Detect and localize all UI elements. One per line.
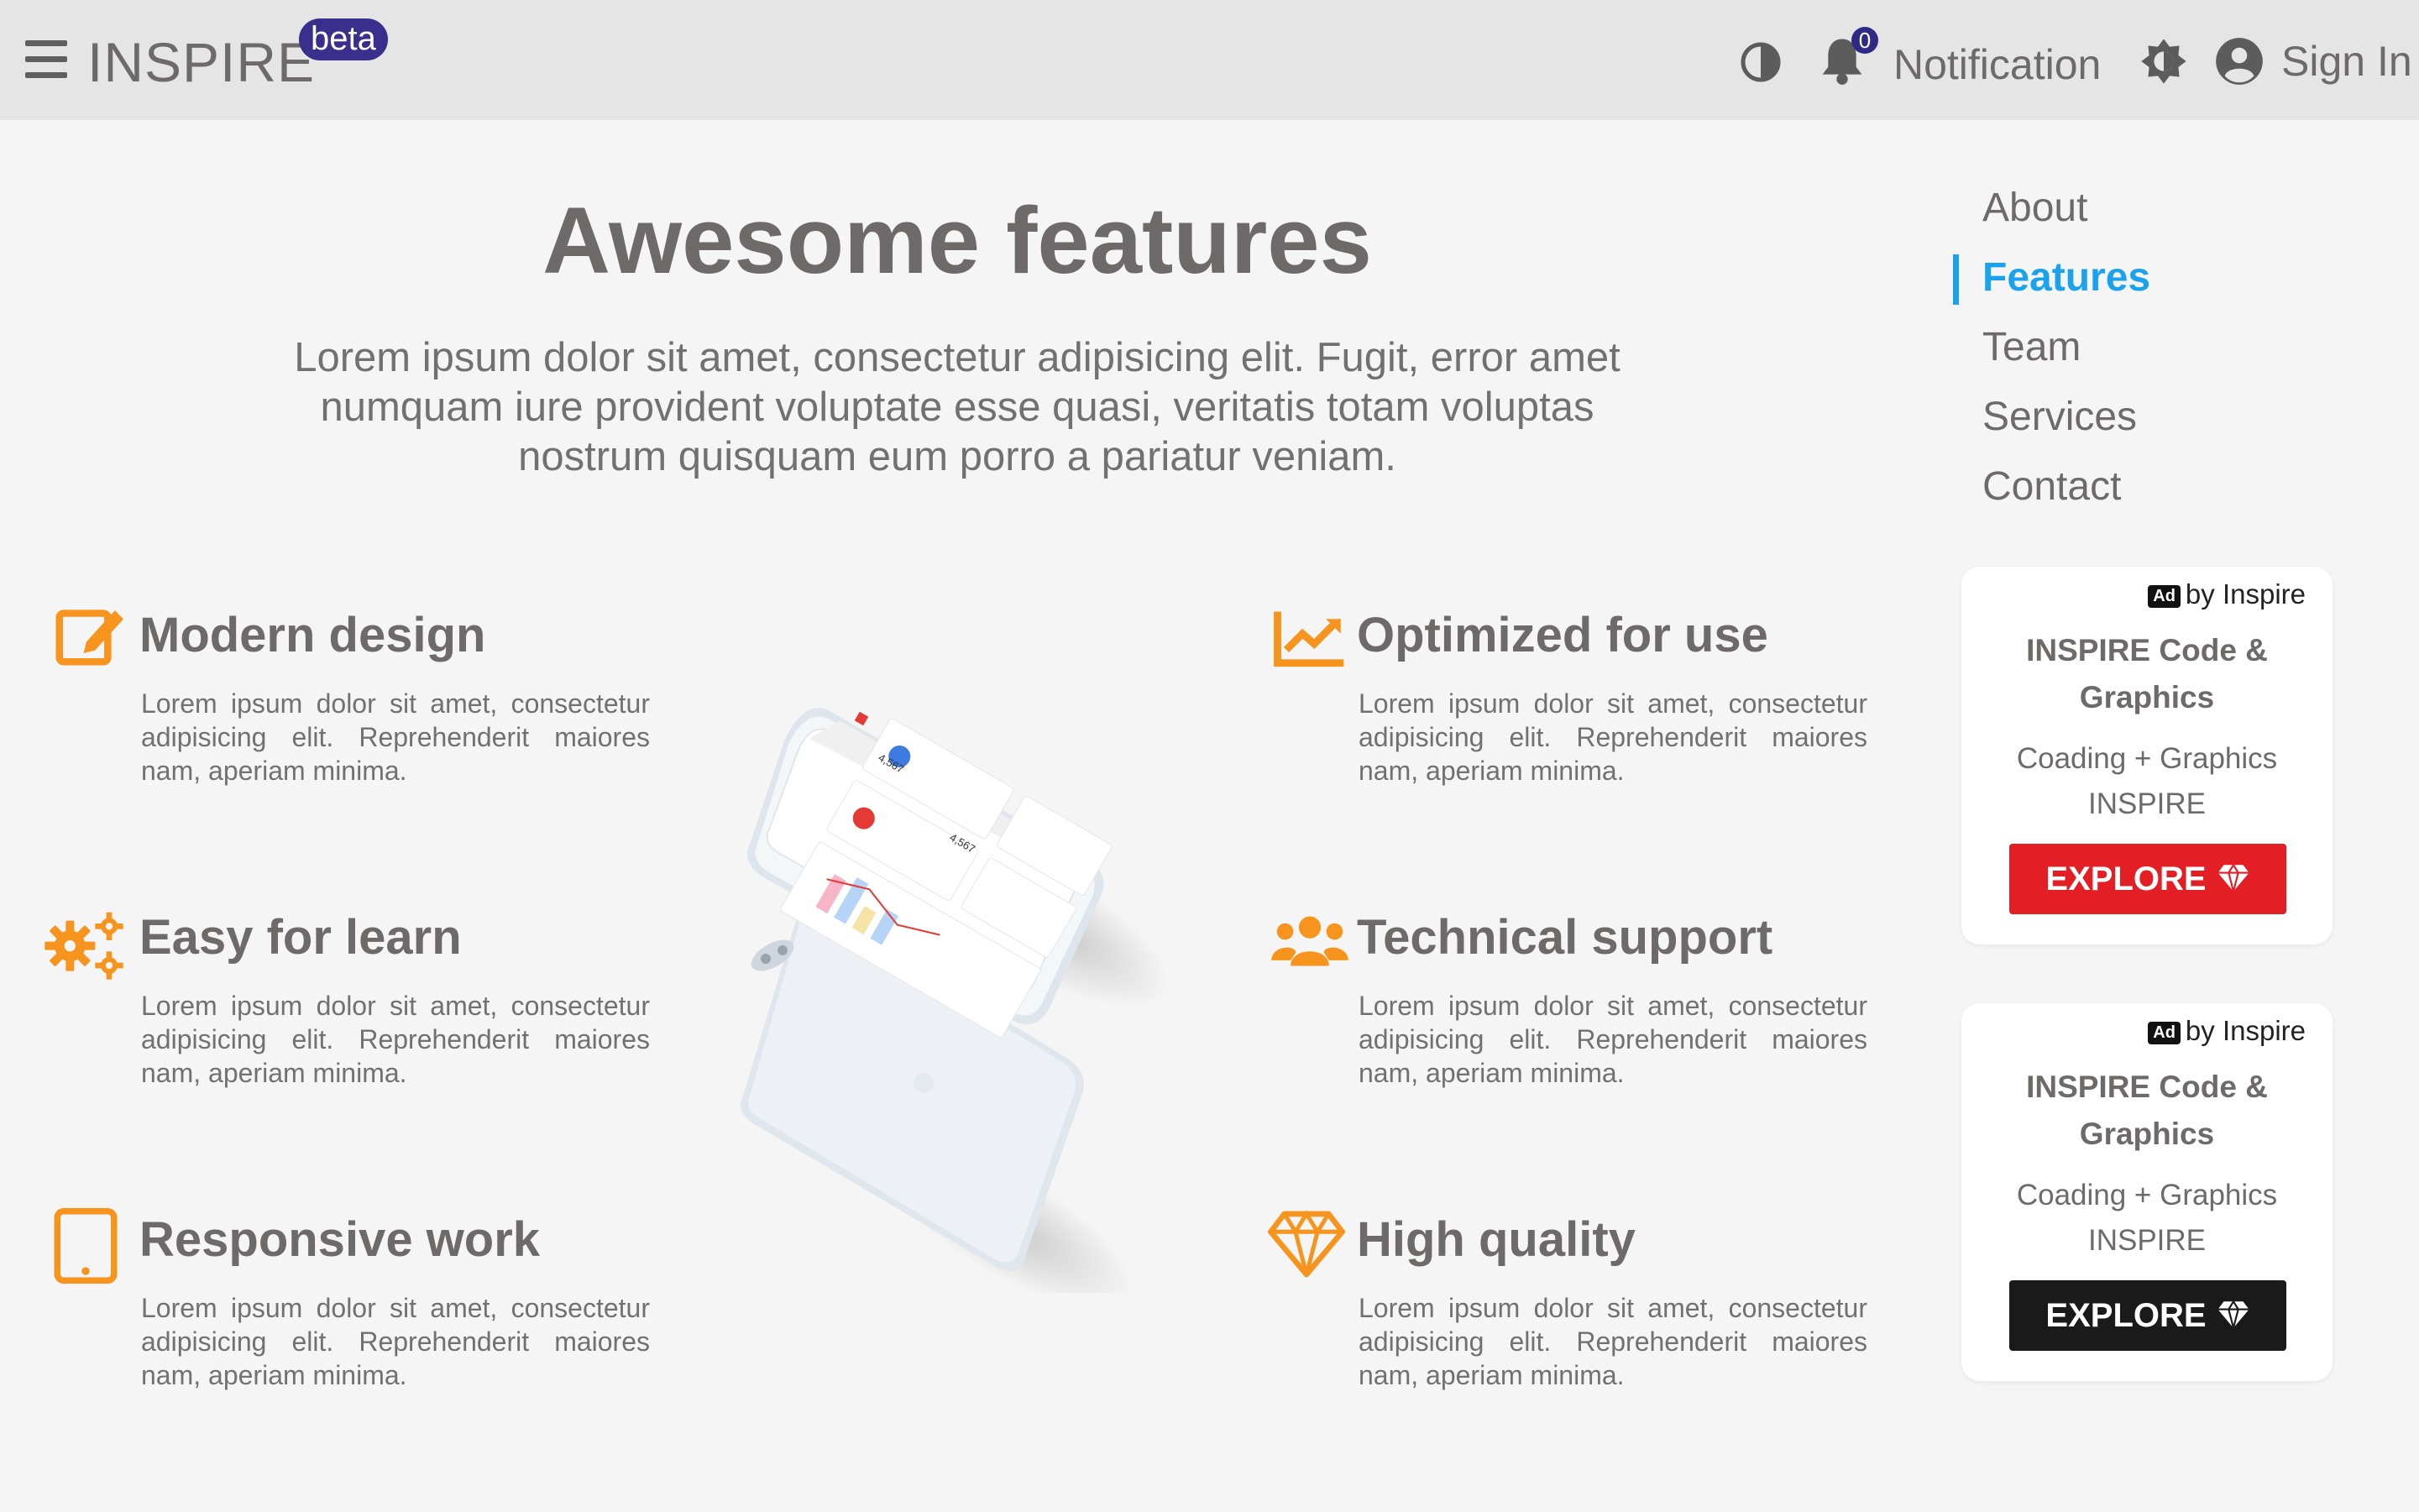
beta-badge: beta — [299, 18, 388, 60]
ad-label: Ad by Inspire — [2148, 578, 2306, 610]
feature-text: Lorem ipsum dolor sit amet, consectetur … — [1359, 1293, 1867, 1390]
feature-text: Lorem ipsum dolor sit amet, consectetur … — [141, 688, 650, 786]
ad-tag-badge: Ad — [2148, 1021, 2181, 1044]
ad-subtitle-line: INSPIRE — [2087, 1224, 2207, 1257]
explore-button[interactable]: EXPLORE — [2009, 1280, 2286, 1351]
ad-title: INSPIRE Code & Graphics — [1961, 627, 2333, 721]
ad-tag-badge: Ad — [2148, 584, 2181, 608]
diamond-icon — [2217, 1300, 2249, 1329]
tablet-icon — [54, 1208, 118, 1284]
hero-description: Lorem ipsum dolor sit amet, consectetur … — [277, 333, 1637, 482]
section-nav: About Features Team Services Contact — [1953, 178, 2289, 526]
user-avatar-icon[interactable] — [2215, 37, 2264, 86]
users-icon — [1271, 916, 1348, 966]
ad-card: Ad by Inspire INSPIRE Code & Graphics Coa… — [1961, 567, 2333, 944]
feature-text: Lorem ipsum dolor sit amet, consectetur … — [141, 1293, 650, 1390]
feature-text: Lorem ipsum dolor sit amet, consectetur … — [141, 991, 650, 1088]
feature-text: Lorem ipsum dolor sit amet, consectetur … — [1359, 991, 1867, 1088]
gears-icon — [45, 912, 123, 980]
explore-button[interactable]: EXPLORE — [2009, 844, 2286, 914]
nav-item-features[interactable]: Features — [1953, 248, 2289, 317]
nav-item-services[interactable]: Services — [1953, 387, 2289, 457]
diamond-icon — [2217, 863, 2249, 892]
feature-title: Technical support — [1357, 910, 1773, 965]
feature-modern-design: Modern design Lorem ipsum dolor sit amet… — [50, 600, 650, 786]
feature-responsive-work: Responsive work Lorem ipsum dolor sit am… — [50, 1205, 650, 1390]
ad-subtitle: Coading + Graphics INSPIRE — [1961, 1173, 2333, 1263]
feature-title: Optimized for use — [1357, 608, 1768, 662]
hero-description-line: Lorem ipsum dolor sit amet, consectetur … — [294, 335, 1621, 380]
ad-by-text: by Inspire — [2185, 1015, 2306, 1046]
ad-card: Ad by Inspire INSPIRE Code & Graphics Coa… — [1961, 1003, 2333, 1381]
brightness-icon[interactable] — [2139, 37, 2188, 86]
feature-easy-for-learn: Easy for learn Lorem ipsum dolor sit ame… — [45, 902, 650, 1088]
brand-logo[interactable]: INSPIRE — [87, 30, 315, 94]
ad-title-line: INSPIRE Code & — [2026, 633, 2268, 667]
page-title: Awesome features — [542, 188, 1372, 293]
ad-title-line: Graphics — [2079, 680, 2215, 714]
ad-label: Ad by Inspire — [2148, 1015, 2306, 1047]
ad-title-line: Graphics — [2079, 1117, 2215, 1151]
hero-description-line: numquam iure provident voluptate esse qu… — [320, 385, 1594, 430]
nav-item-team[interactable]: Team — [1953, 317, 2289, 387]
ad-subtitle-line: INSPIRE — [2087, 787, 2207, 820]
ad-title-line: INSPIRE Code & — [2026, 1070, 2268, 1104]
notification-count-badge: 0 — [1851, 27, 1878, 54]
ad-by-text: by Inspire — [2185, 578, 2306, 610]
feature-technical-support: Technical support Lorem ipsum dolor sit … — [1268, 902, 1867, 1088]
feature-text: Lorem ipsum dolor sit amet, consectetur … — [1359, 688, 1867, 786]
feature-high-quality: High quality Lorem ipsum dolor sit amet,… — [1268, 1205, 1867, 1390]
notification-link[interactable]: Notification — [1893, 40, 2101, 89]
feature-title: Easy for learn — [139, 910, 462, 965]
feature-optimized-for-use: Optimized for use Lorem ipsum dolor sit … — [1268, 600, 1867, 786]
ad-title: INSPIRE Code & Graphics — [1961, 1064, 2333, 1158]
explore-button-label: EXPLORE — [2045, 1297, 2207, 1334]
feature-title: High quality — [1357, 1212, 1636, 1267]
feature-title: Responsive work — [139, 1212, 541, 1267]
sign-in-link[interactable]: Sign In — [2281, 37, 2412, 86]
hamburger-menu-icon[interactable] — [25, 40, 67, 79]
hero-description-line: nostrum quisquam eum porro a pariatur ve… — [518, 434, 1396, 479]
nav-item-contact[interactable]: Contact — [1953, 457, 2289, 526]
ad-subtitle-line: Coading + Graphics — [2016, 1179, 2278, 1211]
ad-subtitle: Coading + Graphics INSPIRE — [1961, 736, 2333, 827]
line-chart-icon — [1274, 611, 1344, 667]
top-navbar: INSPIRE beta 0 Notification Sign In — [0, 0, 2419, 120]
phone-mockup-image: 4,567 4,567 — [741, 708, 1170, 1293]
ad-subtitle-line: Coading + Graphics — [2016, 742, 2278, 775]
edit-icon — [55, 610, 123, 666]
nav-item-about[interactable]: About — [1953, 178, 2289, 248]
diamond-icon — [1268, 1210, 1345, 1278]
contrast-toggle-icon[interactable] — [1740, 39, 1782, 86]
explore-button-label: EXPLORE — [2045, 861, 2207, 897]
feature-title: Modern design — [139, 608, 486, 662]
